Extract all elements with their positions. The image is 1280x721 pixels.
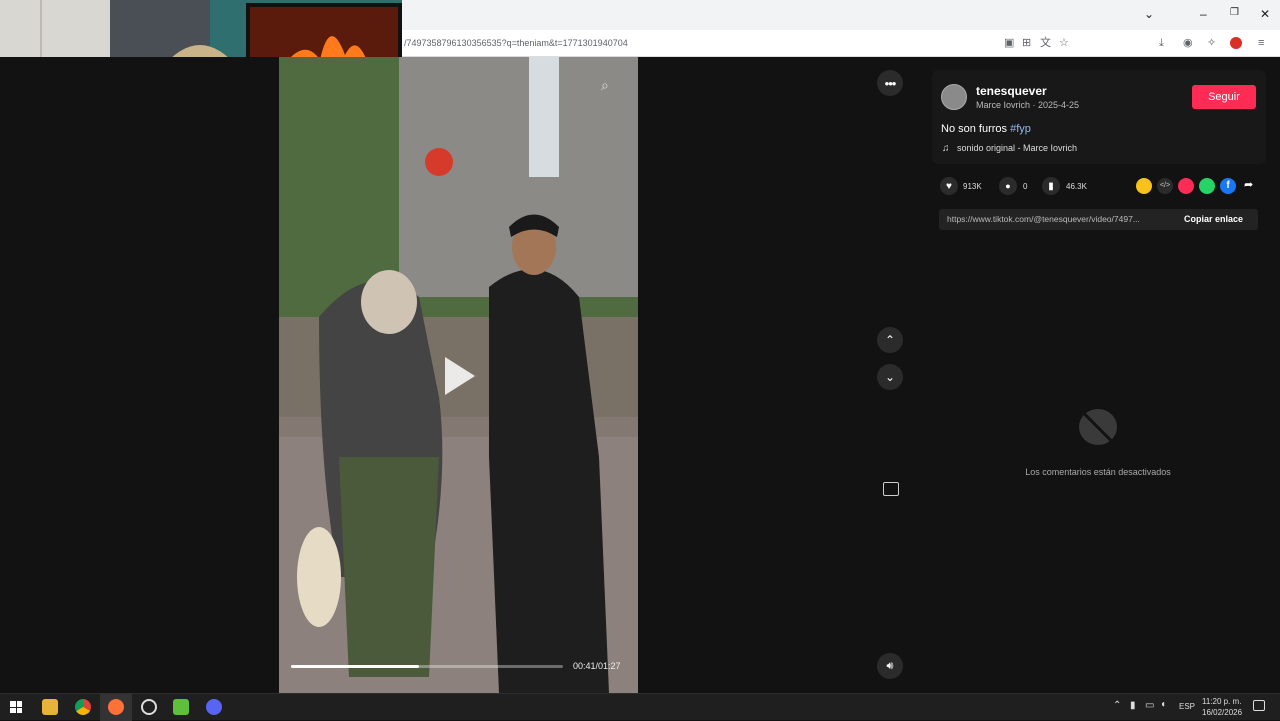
embed-code-icon[interactable]: </> [1157, 178, 1173, 194]
notifications-icon[interactable] [1253, 700, 1265, 711]
file-explorer-icon[interactable] [42, 699, 58, 715]
restore-icon[interactable]: ❐ [1230, 7, 1239, 18]
emoji-share-icon[interactable] [1136, 178, 1152, 194]
clock-date[interactable]: 16/02/2026 [1202, 708, 1242, 717]
volume-button[interactable]: 🔊︎ [877, 653, 903, 679]
download-icon[interactable]: ⤓ [1159, 37, 1164, 49]
address-bar[interactable]: /7497358796130356535?q=theniam&t=1771301… [402, 30, 1280, 57]
copy-link-button[interactable]: Copiar enlace [1184, 214, 1243, 224]
close-icon[interactable]: ✕ [1260, 7, 1270, 21]
taskbar: ⌃ ▮ ▭ ◖ ESP 11:20 p. m. 16/02/2026 [0, 693, 1280, 721]
hashtag-link[interactable]: #fyp [1010, 123, 1031, 135]
minimize-icon[interactable]: – [1200, 7, 1207, 21]
caption-text: No son furros [941, 123, 1011, 135]
chevron-down-icon[interactable]: ⌄ [1144, 7, 1154, 21]
progress-fill [291, 665, 419, 668]
translate-icon[interactable]: 文 [1040, 37, 1051, 49]
send-icon[interactable] [1178, 178, 1194, 194]
save-button[interactable]: ▮ [1042, 177, 1060, 195]
speaker-icon[interactable]: ◖ [1160, 699, 1166, 710]
discord-icon[interactable] [206, 699, 222, 715]
whatsapp-icon[interactable] [1199, 178, 1215, 194]
heart-icon: ♥ [946, 180, 952, 192]
previous-video-button[interactable]: ⌃ [877, 327, 903, 353]
language-indicator[interactable]: ESP [1179, 702, 1195, 711]
sound-link[interactable]: sonido original - Marce Iovrich [957, 143, 1077, 153]
share-arrow-icon[interactable]: ➦ [1244, 178, 1253, 191]
install-app-icon[interactable]: ⊞ [1022, 37, 1031, 49]
music-note-icon: ♫ [942, 143, 950, 154]
chevron-up-icon: ⌃ [884, 333, 896, 347]
windows-start-icon[interactable] [10, 701, 22, 713]
browser-titlebar: ⌄ – ❐ ✕ [402, 0, 1280, 30]
save-count: 46.3K [1066, 182, 1087, 191]
progress-track[interactable] [291, 665, 563, 668]
adblock-icon[interactable] [1230, 37, 1242, 49]
extensions-icon[interactable]: ✧ [1207, 37, 1216, 49]
firefox-icon[interactable] [108, 699, 124, 715]
volume-icon: 🔊︎ [886, 659, 894, 672]
chevron-down-icon: ⌄ [884, 370, 896, 384]
video-player[interactable]: ⌕ 00:41/01:27 [279, 57, 638, 693]
next-video-button[interactable]: ⌄ [877, 364, 903, 390]
comment-button[interactable]: ● [999, 177, 1017, 195]
network-icon[interactable]: ▭ [1145, 700, 1154, 711]
comment-icon: ● [1005, 181, 1011, 191]
details-panel: tenesquever Marce Iovrich · 2025-4-25 Se… [926, 57, 1280, 693]
search-icon[interactable]: ⌕ [601, 77, 609, 94]
more-options-button[interactable]: ••• [877, 70, 903, 96]
more-icon: ••• [884, 75, 897, 91]
url-text[interactable]: /7497358796130356535?q=theniam&t=1771301… [404, 38, 628, 48]
bookmark-icon: ▮ [1048, 180, 1054, 192]
app-icon[interactable] [173, 699, 189, 715]
obs-icon[interactable] [141, 699, 157, 715]
video-time: 00:41/01:27 [573, 661, 621, 671]
play-icon[interactable] [445, 357, 475, 395]
tiktok-page: ⌕ 00:41/01:27 ••• ⌃ ⌄ 🔊︎ tenesquever Mar… [0, 57, 1280, 693]
slash-line [1082, 411, 1113, 443]
author-meta: Marce Iovrich · 2025-4-25 [976, 100, 1080, 110]
comments-disabled-text: Los comentarios están desactivados [1025, 467, 1171, 477]
menu-icon[interactable]: ≡ [1258, 37, 1264, 49]
like-count: 913K [963, 182, 982, 191]
bookmark-star-icon[interactable]: ☆ [1059, 37, 1069, 49]
video-link-text[interactable]: https://www.tiktok.com/@tenesquever/vide… [947, 214, 1172, 224]
facebook-icon[interactable]: f [1220, 178, 1236, 194]
chrome-icon[interactable] [75, 699, 91, 715]
profile-icon[interactable]: ◉ [1183, 37, 1193, 49]
post-caption: No son furros #fyp [941, 123, 1031, 135]
comment-count: 0 [1023, 182, 1028, 191]
avatar[interactable] [941, 84, 967, 110]
microphone-icon[interactable]: ▮ [1130, 700, 1136, 711]
chevron-up-icon[interactable]: ⌃ [1113, 700, 1121, 711]
picture-in-picture-icon[interactable]: ▣ [1004, 37, 1014, 49]
like-button[interactable]: ♥ [940, 177, 958, 195]
picture-in-picture-button[interactable] [883, 482, 899, 496]
clock-time[interactable]: 11:20 p. m. [1202, 697, 1241, 706]
author-username[interactable]: tenesquever [976, 84, 1047, 98]
follow-button[interactable]: Seguir [1192, 85, 1256, 109]
comments-disabled-icon [1079, 409, 1117, 445]
